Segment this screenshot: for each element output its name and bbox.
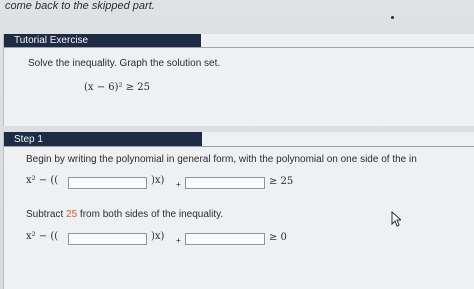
row2-prefix: x² − (( xyxy=(26,231,59,242)
stray-dot xyxy=(391,16,394,19)
row2-mid: )x) xyxy=(151,231,165,242)
row1-prefix: x² − (( xyxy=(26,175,59,186)
tutorial-header-rule xyxy=(4,47,474,48)
tutorial-exercise-panel: Tutorial Exercise Solve the inequality. … xyxy=(3,34,474,126)
step-header: Step 1 xyxy=(4,132,202,147)
row1-coefficient-input[interactable] xyxy=(68,177,147,189)
step-header-rule xyxy=(4,146,474,147)
tutorial-inequality: (x − 6)² ≥ 25 xyxy=(84,82,151,93)
row1-plus: + xyxy=(176,180,181,189)
tutorial-header: Tutorial Exercise xyxy=(4,34,201,48)
row2-suffix: ≥ 0 xyxy=(269,232,287,243)
subtract-after: from both sides of the inequality. xyxy=(77,209,224,220)
subtract-before: Subtract xyxy=(26,209,67,220)
tutorial-instruction: Solve the inequality. Graph the solution… xyxy=(28,58,221,69)
row2-coefficient-input[interactable] xyxy=(68,233,147,245)
subtract-instruction: Subtract 25 from both sides of the inequ… xyxy=(26,209,223,220)
skipped-part-note: come back to the skipped part. xyxy=(5,0,155,12)
screen: come back to the skipped part. Tutorial … xyxy=(0,0,474,289)
subtract-value: 25 xyxy=(66,209,78,220)
mouse-pointer-icon xyxy=(391,211,401,227)
step-intro: Begin by writing the polynomial in gener… xyxy=(26,154,417,165)
step-1-panel: Step 1 Begin by writing the polynomial i… xyxy=(3,132,474,289)
row2-plus: + xyxy=(176,236,181,245)
row1-mid: )x) xyxy=(151,175,165,186)
row1-constant-input[interactable] xyxy=(185,177,265,189)
row1-suffix: ≥ 25 xyxy=(269,176,294,187)
row2-constant-input[interactable] xyxy=(185,233,265,245)
